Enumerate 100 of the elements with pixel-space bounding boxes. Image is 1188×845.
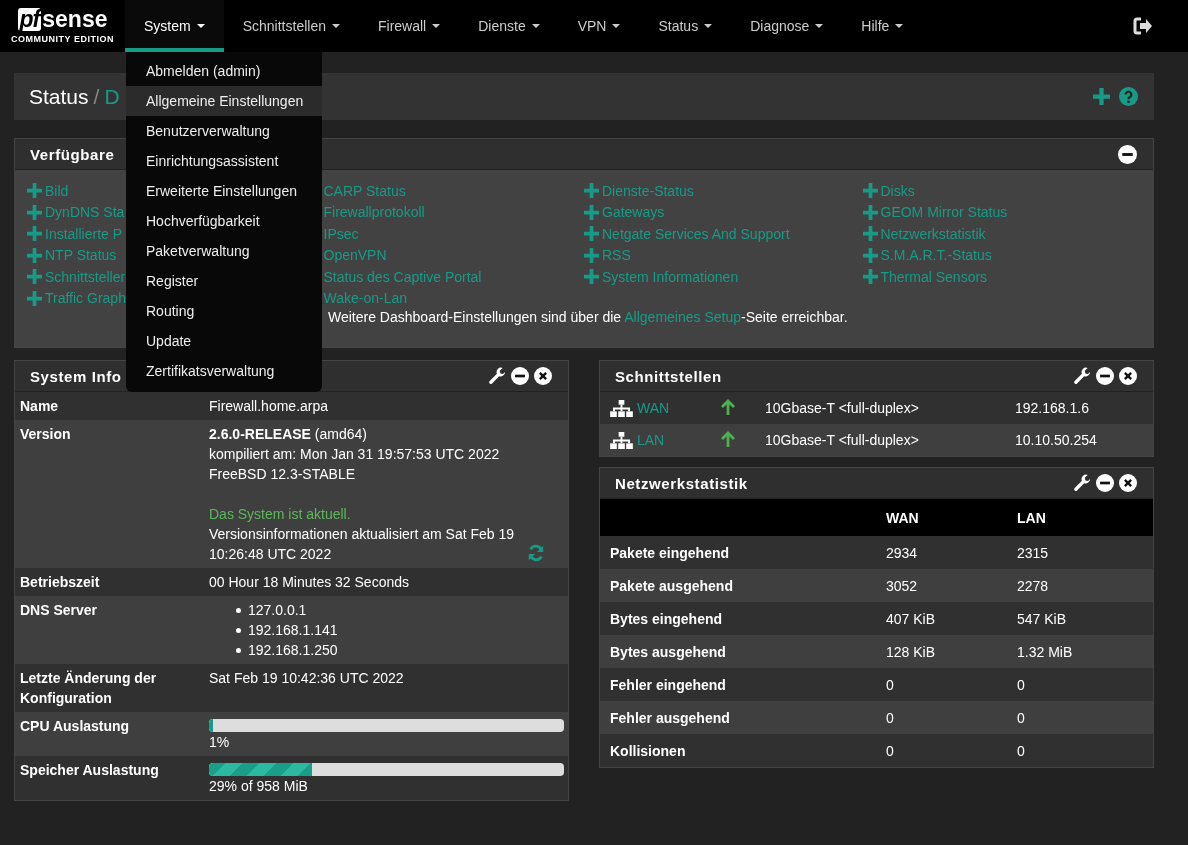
widget-link[interactable]: Wake-on-Lan: [323, 290, 408, 307]
menu-item[interactable]: Update: [126, 326, 322, 356]
menu-item[interactable]: Erweiterte Einstellungen: [126, 176, 322, 206]
menu-item[interactable]: Benutzerverwaltung: [126, 116, 322, 146]
widget-link[interactable]: Status des Captive Portal: [323, 268, 482, 285]
add-icon[interactable]: [1093, 88, 1110, 105]
menu-item[interactable]: Einrichtungsassistent: [126, 146, 322, 176]
dns-server: 192.168.1.250: [248, 641, 338, 660]
add-icon[interactable]: [27, 183, 42, 199]
table-cell-text: 547 KiB: [1017, 610, 1068, 627]
widget-link[interactable]: System Informationen: [602, 268, 739, 285]
widget-link[interactable]: Bild: [45, 182, 69, 199]
nav-menu-item[interactable]: Diagnose: [731, 0, 843, 52]
add-icon[interactable]: [862, 204, 878, 220]
add-icon[interactable]: [584, 183, 599, 199]
minimize-icon[interactable]: [1118, 144, 1137, 164]
refresh-icon[interactable]: [527, 544, 545, 562]
add-icon[interactable]: [862, 183, 878, 199]
minimize-icon[interactable]: [1096, 474, 1114, 492]
update-status: Das System ist aktuell.: [209, 506, 351, 522]
row-label: Letzte Änderung der Konfiguration: [20, 669, 158, 708]
table-cell-text: 0: [1017, 709, 1026, 726]
widget-link[interactable]: GEOM Mirror Status: [880, 204, 1008, 221]
widget-link[interactable]: Traffic Graph: [45, 290, 126, 307]
menu-item[interactable]: Allgemeine Einstellungen: [126, 86, 322, 116]
add-icon[interactable]: [27, 204, 42, 220]
table-cell-text: 0: [886, 709, 895, 726]
widget-link[interactable]: Firewallprotokoll: [323, 204, 425, 221]
version-line: 2.6.0-RELEASE (amd64): [209, 426, 367, 442]
widget-link[interactable]: Dienste-Status: [602, 182, 694, 199]
menu-item[interactable]: Hochverfügbarkeit: [126, 206, 322, 236]
add-icon[interactable]: [27, 269, 42, 285]
wrench-icon[interactable]: [1073, 474, 1091, 492]
nav-menu-item[interactable]: Status: [639, 0, 732, 52]
nav-menu-item[interactable]: Hilfe: [842, 0, 923, 52]
logo[interactable]: pfsense COMMUNITY EDITION: [0, 0, 125, 52]
help-icon[interactable]: [1119, 87, 1138, 106]
widget-link[interactable]: Schnittsteller: [45, 268, 126, 285]
add-icon[interactable]: [862, 269, 878, 285]
menu-item[interactable]: Register: [126, 266, 322, 296]
nav-menu-item[interactable]: Firewall: [358, 0, 460, 52]
widget-link[interactable]: IPsec: [323, 225, 359, 242]
menu-item[interactable]: Routing: [126, 296, 322, 326]
menu-item[interactable]: Zertifikatsverwaltung: [126, 356, 322, 386]
add-icon[interactable]: [27, 226, 42, 242]
add-icon[interactable]: [584, 247, 599, 263]
widget-link[interactable]: Netzwerkstatistik: [880, 225, 986, 242]
row-value: Firewall.home.arpa: [209, 398, 329, 414]
row-label: Kollisionen: [610, 742, 687, 759]
minimize-icon[interactable]: [511, 367, 529, 385]
nav-menu-item[interactable]: Schnittstellen: [223, 0, 359, 52]
row-label: Betriebszeit: [20, 573, 101, 592]
add-icon[interactable]: [27, 247, 42, 263]
row-label: CPU Auslastung: [20, 717, 131, 736]
widget-link[interactable]: S.M.A.R.T.-Status: [880, 247, 992, 264]
panel-title: System Info: [30, 367, 122, 385]
widget-link[interactable]: Disks: [880, 182, 915, 199]
menu-item[interactable]: Abmelden (admin): [126, 56, 322, 86]
add-icon[interactable]: [584, 204, 599, 220]
interface-link[interactable]: LAN: [637, 432, 665, 448]
usage-reading: 1%: [209, 733, 231, 752]
logout-icon[interactable]: [1133, 17, 1153, 35]
widget-link[interactable]: OpenVPN: [323, 247, 387, 264]
dns-server: 192.168.1.141: [248, 621, 338, 640]
widget-link[interactable]: Netgate Services And Support: [602, 225, 790, 242]
widget-link[interactable]: Thermal Sensors: [880, 268, 988, 285]
wrench-icon[interactable]: [488, 367, 506, 385]
widget-link[interactable]: DynDNS Sta: [45, 204, 125, 221]
row-value: Sat Feb 19 10:42:36 UTC 2022: [209, 670, 404, 686]
nav-menu-item[interactable]: VPN: [558, 0, 640, 52]
nav-menu-item[interactable]: Dienste: [459, 0, 559, 52]
menu-item[interactable]: Paketverwaltung: [126, 236, 322, 266]
table-cell-text: 0: [886, 742, 895, 759]
table-cell-text: 3052: [886, 577, 919, 594]
widget-link[interactable]: RSS: [602, 247, 631, 264]
row-label: Bytes ausgehend: [610, 643, 727, 660]
add-icon[interactable]: [584, 226, 599, 242]
add-icon[interactable]: [862, 226, 878, 242]
row-label: Version: [20, 425, 72, 444]
setup-link[interactable]: Allgemeines Setup: [624, 309, 741, 325]
close-icon[interactable]: [1119, 474, 1137, 492]
add-icon[interactable]: [584, 269, 599, 285]
interface-media: 10Gbase-T <full-duplex>: [765, 400, 920, 416]
widget-link[interactable]: Gateways: [602, 204, 665, 221]
breadcrumb-separator: /: [93, 84, 100, 109]
table-cell-text: 2934: [886, 544, 919, 561]
widget-link[interactable]: NTP Status: [45, 247, 117, 264]
close-icon[interactable]: [534, 367, 552, 385]
add-icon[interactable]: [862, 247, 878, 263]
table-cell-text: 1.32 MiB: [1017, 643, 1074, 660]
close-icon[interactable]: [1119, 367, 1137, 385]
breadcrumb-section[interactable]: Status: [29, 84, 89, 109]
network-icon: [610, 399, 633, 417]
nav-menu-item[interactable]: System: [125, 0, 224, 52]
widget-link[interactable]: Installierte P: [45, 225, 123, 242]
wrench-icon[interactable]: [1073, 367, 1091, 385]
widget-link[interactable]: CARP Status: [323, 182, 406, 199]
minimize-icon[interactable]: [1096, 367, 1114, 385]
add-icon[interactable]: [27, 290, 42, 306]
interface-link[interactable]: WAN: [637, 400, 670, 416]
